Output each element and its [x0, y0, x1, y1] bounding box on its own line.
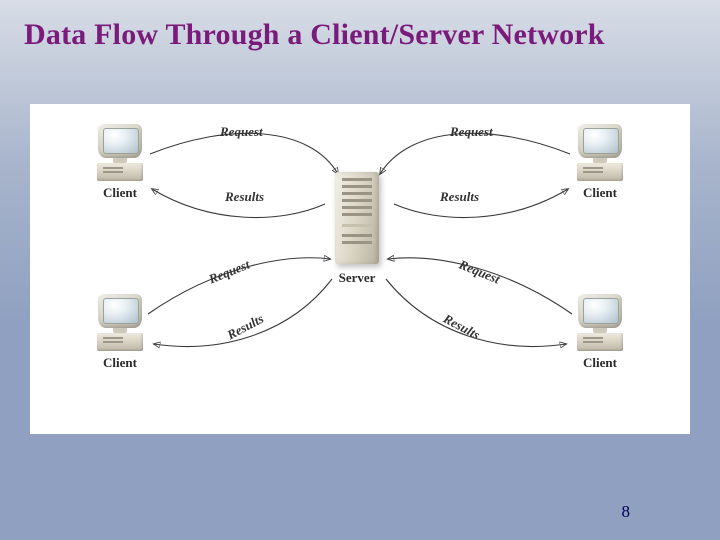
- diagram: Server Client Client Client Client: [30, 104, 690, 434]
- monitor-icon: [98, 294, 142, 330]
- label-bl-request: Request: [207, 257, 253, 288]
- slide-title: Data Flow Through a Client/Server Networ…: [0, 0, 720, 64]
- label-tr-request: Request: [450, 124, 493, 140]
- client-label: Client: [85, 355, 155, 371]
- client-label: Client: [565, 355, 635, 371]
- desktop-box-icon: [97, 333, 143, 351]
- arrow-tr-results: [394, 189, 568, 218]
- client-top-left: Client: [85, 124, 155, 201]
- server-node: Server: [335, 172, 379, 286]
- label-tr-results: Results: [440, 189, 479, 205]
- label-br-results: Results: [441, 311, 483, 343]
- desktop-box-icon: [97, 163, 143, 181]
- label-bl-results: Results: [225, 311, 267, 343]
- client-bottom-right: Client: [565, 294, 635, 371]
- client-label: Client: [565, 185, 635, 201]
- server-label: Server: [335, 270, 379, 286]
- monitor-icon: [578, 294, 622, 330]
- desktop-box-icon: [577, 333, 623, 351]
- client-label: Client: [85, 185, 155, 201]
- desktop-box-icon: [577, 163, 623, 181]
- server-icon: [335, 172, 379, 264]
- monitor-icon: [98, 124, 142, 160]
- client-top-right: Client: [565, 124, 635, 201]
- label-tl-results: Results: [225, 189, 264, 205]
- page-number: 8: [622, 502, 631, 522]
- label-br-request: Request: [457, 257, 503, 288]
- client-bottom-left: Client: [85, 294, 155, 371]
- label-tl-request: Request: [220, 124, 263, 140]
- monitor-icon: [578, 124, 622, 160]
